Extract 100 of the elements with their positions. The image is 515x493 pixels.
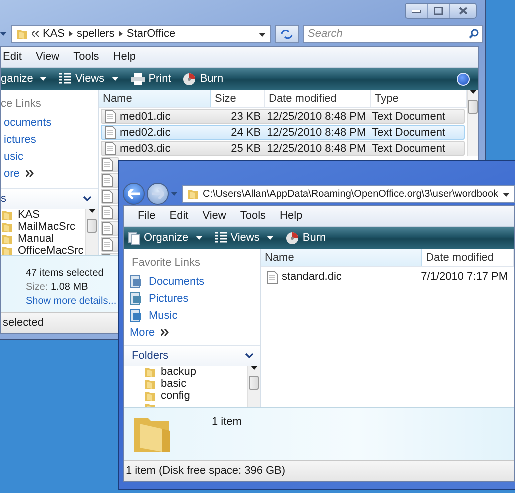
table-cell-text: 25 KB bbox=[230, 142, 262, 154]
scrollbar[interactable] bbox=[467, 90, 478, 156]
file-row[interactable] bbox=[101, 173, 119, 188]
dropdown-icon bbox=[259, 33, 266, 37]
column-header[interactable]: Name bbox=[261, 249, 422, 266]
more-link[interactable]: More bbox=[124, 324, 260, 341]
menu-item[interactable]: File bbox=[138, 210, 156, 222]
column-header[interactable]: Name bbox=[99, 90, 211, 107]
folder-item[interactable]: MailMacSrc bbox=[1, 221, 85, 233]
folder-icon bbox=[1, 221, 13, 233]
scrollbar-thumb[interactable] bbox=[249, 376, 259, 390]
menu-item[interactable]: View bbox=[202, 210, 226, 222]
folder-icon bbox=[1, 209, 13, 221]
folder-item[interactable]: Manual bbox=[1, 233, 85, 245]
arrow-right-icon bbox=[152, 189, 164, 199]
nav-link[interactable]: Music bbox=[124, 307, 260, 324]
disc-icon bbox=[183, 72, 196, 86]
nav-link[interactable]: Documents bbox=[124, 273, 260, 290]
status-text: selected bbox=[3, 317, 44, 329]
arrow-left-icon bbox=[128, 189, 140, 199]
table-cell: med02.dic bbox=[102, 126, 211, 139]
breadcrumb[interactable]: StarOffice bbox=[126, 28, 176, 40]
file-row[interactable] bbox=[101, 237, 119, 252]
selection-summary: 47 items selected bbox=[26, 268, 105, 279]
file-row[interactable] bbox=[101, 205, 119, 220]
close-button[interactable] bbox=[450, 4, 476, 18]
scrollbar-thumb[interactable] bbox=[87, 219, 97, 233]
table-cell-text: 12/25/2010 8:48 PM bbox=[266, 126, 368, 138]
details-link[interactable]: Show more details... bbox=[26, 296, 117, 307]
folders-header[interactable]: s bbox=[1, 188, 98, 209]
toolbar-button[interactable]: ganize bbox=[1, 73, 48, 85]
section-heading: Favorite Links bbox=[131, 256, 202, 271]
menu-item[interactable]: Tools bbox=[74, 51, 100, 63]
menu-item[interactable]: Help bbox=[280, 210, 303, 222]
close-icon bbox=[458, 7, 468, 15]
file-row[interactable] bbox=[101, 157, 119, 172]
file-icon bbox=[102, 222, 113, 235]
toolbar-button[interactable]: Organize bbox=[128, 232, 203, 244]
back-button[interactable] bbox=[123, 183, 145, 205]
folder-item[interactable]: KAS bbox=[1, 209, 85, 221]
breadcrumb[interactable]: KAS bbox=[43, 28, 66, 40]
file-icon bbox=[102, 190, 113, 203]
folder-icon bbox=[144, 366, 156, 378]
more-link[interactable]: ore bbox=[1, 165, 98, 182]
double-chevron-icon bbox=[26, 170, 34, 177]
music-icon bbox=[130, 308, 143, 322]
table-cell: med03.dic bbox=[102, 142, 211, 155]
table-cell-text: 12/25/2010 8:48 PM bbox=[266, 110, 368, 122]
toolbar-button[interactable]: Views bbox=[214, 232, 274, 244]
toolbar-button[interactable]: Burn bbox=[286, 232, 326, 244]
menu-item[interactable]: Tools bbox=[240, 210, 266, 222]
file-icon bbox=[105, 126, 116, 139]
help-icon[interactable] bbox=[457, 72, 470, 86]
file-row[interactable] bbox=[101, 221, 119, 236]
column-header[interactable]: Size bbox=[211, 90, 265, 107]
printer-icon bbox=[130, 73, 145, 85]
maximize-button[interactable] bbox=[428, 4, 450, 18]
folder-item[interactable]: config bbox=[124, 390, 247, 402]
toolbar-button[interactable]: Print bbox=[130, 73, 172, 85]
file-icon bbox=[267, 270, 278, 284]
file-icon bbox=[105, 110, 116, 123]
menu-item[interactable]: View bbox=[36, 51, 60, 63]
table-cell-text: Text Document bbox=[371, 110, 447, 122]
menu-item[interactable]: Edit bbox=[170, 210, 189, 222]
file-row[interactable]: standard.dic 7/1/2010 7:17 PM bbox=[263, 268, 512, 286]
scrollbar-thumb[interactable] bbox=[468, 100, 478, 114]
address-bar[interactable]: KAS spellers StarOffice bbox=[11, 25, 271, 43]
file-row[interactable]: med02.dic 24 KB 12/25/2010 8:48 PM Text Document bbox=[101, 125, 465, 140]
file-icon bbox=[102, 206, 113, 219]
scrollbar[interactable] bbox=[85, 209, 98, 255]
table-cell-text: Text Document bbox=[371, 142, 447, 154]
refresh-button[interactable] bbox=[275, 25, 299, 43]
disc-icon bbox=[286, 232, 299, 244]
folders-header[interactable]: Folders bbox=[124, 345, 260, 366]
folder-icon bbox=[1, 245, 13, 255]
search-field[interactable]: Search bbox=[303, 25, 483, 43]
toolbar-button[interactable]: Views bbox=[59, 73, 119, 85]
column-header[interactable]: Date modified bbox=[422, 249, 514, 266]
file-row[interactable]: med01.dic 23 KB 12/25/2010 8:48 PM Text Document bbox=[101, 109, 465, 124]
nav-link[interactable]: Pictures bbox=[124, 290, 260, 307]
double-chevron-icon bbox=[161, 329, 170, 336]
pages-icon bbox=[128, 232, 140, 244]
address-bar[interactable]: C:\Users\Allan\AppData\Roaming\OpenOffice.org\3\user\wordbook bbox=[182, 185, 515, 203]
file-row[interactable] bbox=[101, 189, 119, 204]
folder-item[interactable]: basic bbox=[124, 378, 247, 390]
nav-link[interactable]: ictures bbox=[1, 131, 98, 148]
minimize-button[interactable] bbox=[406, 4, 428, 18]
toolbar-button[interactable]: Burn bbox=[183, 72, 224, 86]
menu-item[interactable]: Edit bbox=[3, 51, 22, 63]
folder-item[interactable]: backup bbox=[124, 366, 247, 378]
file-row[interactable]: med03.dic 25 KB 12/25/2010 8:48 PM Text Document bbox=[101, 141, 465, 156]
scrollbar[interactable] bbox=[247, 366, 260, 407]
nav-link[interactable]: usic bbox=[1, 148, 98, 165]
chevron-down-icon bbox=[245, 353, 254, 359]
breadcrumb[interactable]: spellers bbox=[77, 28, 115, 40]
forward-button[interactable] bbox=[147, 183, 169, 205]
nav-link[interactable]: ocuments bbox=[1, 114, 98, 131]
table-cell-text: 7/1/2010 7:17 PM bbox=[420, 271, 509, 283]
column-header[interactable]: Date modified bbox=[265, 90, 371, 107]
menu-item[interactable]: Help bbox=[113, 51, 136, 63]
